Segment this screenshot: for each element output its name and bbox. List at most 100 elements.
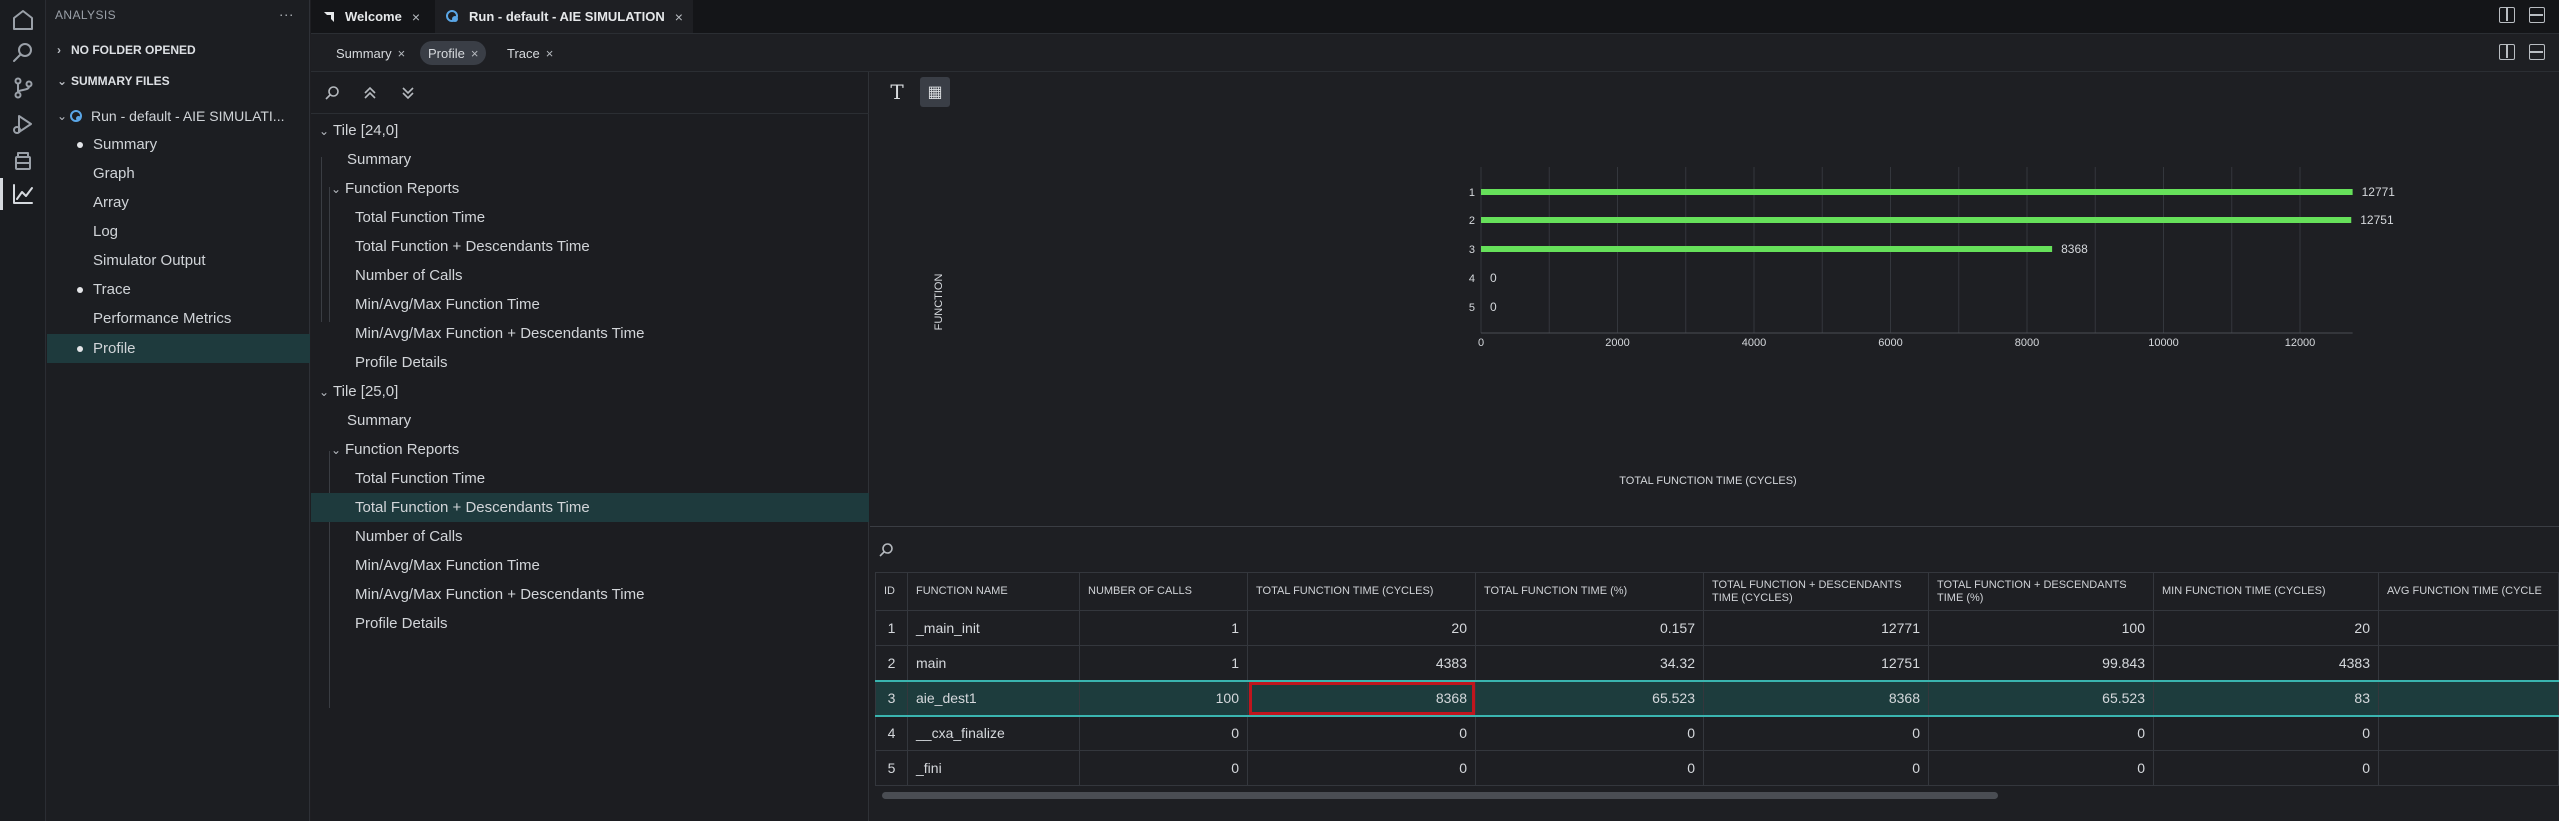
tree-item-summary[interactable]: Summary — [311, 406, 869, 435]
row-id-cell: 3 — [875, 679, 908, 717]
source-control-icon[interactable] — [7, 72, 39, 104]
tree-item-summary[interactable]: Summary — [311, 145, 869, 174]
search-icon[interactable] — [7, 36, 39, 68]
tab-welcome-label: Welcome — [345, 9, 402, 24]
split-down-icon[interactable] — [2529, 7, 2545, 23]
column-header[interactable]: TOTAL FUNCTION TIME (%) — [1475, 572, 1704, 611]
tree-item-min-avg-max-function-time[interactable]: Min/Avg/Max Function Time — [311, 551, 869, 580]
tree-label: Summary — [347, 151, 412, 168]
row-id-cell: 5 — [875, 750, 908, 786]
bar[interactable] — [1481, 189, 2353, 195]
tree-item-min-avg-max-descendants-time[interactable]: Min/Avg/Max Function + Descendants Time — [311, 580, 869, 609]
sidebar-item-profile[interactable]: Profile — [47, 334, 310, 363]
tree-item-total-function-descendants-time[interactable]: Total Function + Descendants Time — [311, 493, 869, 522]
split-editor-icon[interactable] — [2499, 44, 2515, 60]
column-header[interactable]: FUNCTION NAME — [907, 572, 1080, 611]
tree-item-number-of-calls[interactable]: Number of Calls — [311, 522, 869, 551]
bar[interactable] — [1481, 217, 2352, 223]
tab-run[interactable]: Run - default - AIE SIMULATION × — [435, 0, 693, 33]
sidebar-item-simulator-output[interactable]: Simulator Output — [47, 246, 310, 275]
more-actions-icon[interactable]: ··· — [279, 6, 294, 22]
sidebar-item-trace[interactable]: Trace — [47, 275, 310, 304]
sidebar-item-log[interactable]: Log — [47, 217, 310, 246]
table-cell: 20 — [2153, 610, 2379, 646]
column-header[interactable]: TOTAL FUNCTION TIME (CYCLES) — [1247, 572, 1476, 611]
tree-tile-24-0[interactable]: ⌄ Tile [24,0] — [311, 116, 869, 145]
tree-item-total-function-descendants-time[interactable]: Total Function + Descendants Time — [311, 232, 869, 261]
table-cell: 1 — [1079, 610, 1248, 646]
chevron-down-icon: ⌄ — [331, 181, 342, 196]
x-tick-label: 6000 — [1878, 337, 1902, 349]
tree-item-min-avg-max-function-time[interactable]: Min/Avg/Max Function Time — [311, 290, 869, 319]
function-name-cell: main — [907, 645, 1080, 681]
table-cell — [2378, 645, 2559, 681]
close-icon[interactable]: × — [412, 9, 420, 25]
sidebar-item-performance-metrics[interactable]: Performance Metrics — [47, 304, 310, 333]
column-header[interactable]: AVG FUNCTION TIME (CYCLE — [2378, 572, 2559, 611]
no-folder-label: NO FOLDER OPENED — [71, 43, 196, 57]
table-cell: 20 — [1247, 610, 1476, 646]
close-icon[interactable]: × — [546, 46, 554, 61]
tree-item-profile-details[interactable]: Profile Details — [311, 348, 869, 377]
tree-function-reports[interactable]: ⌄ Function Reports — [311, 174, 869, 203]
table-cell: 8368 — [1703, 679, 1929, 717]
table-cell: 0 — [1928, 715, 2154, 751]
tree-item-number-of-calls[interactable]: Number of Calls — [311, 261, 869, 290]
home-icon[interactable] — [7, 4, 39, 36]
no-folder-section[interactable]: › NO FOLDER OPENED — [47, 37, 310, 63]
table-row[interactable]: 1 _main_init 1 20 0.157 12771 100 20 — [875, 610, 2559, 646]
function-time-chart: 1 2 3 4 5 12771 12751 8368 0 0 0 2000 4000 6000 8000… — [933, 167, 2395, 487]
tab-trace[interactable]: Trace × — [499, 41, 561, 65]
sidebar-item-summary[interactable]: Summary — [47, 130, 310, 159]
search-icon[interactable] — [321, 82, 343, 104]
analysis-icon[interactable] — [0, 178, 39, 210]
bullet-icon — [77, 345, 83, 352]
run-label: Run - default - AIE SIMULATI... — [91, 107, 285, 124]
bar[interactable] — [1481, 246, 2053, 252]
split-down-icon[interactable] — [2529, 44, 2545, 60]
chevron-down-icon: ⌄ — [319, 384, 330, 399]
table-row[interactable]: 2 main 1 4383 34.32 12751 99.843 4383 — [875, 645, 2559, 681]
sidebar-item-array[interactable]: Array — [47, 188, 310, 217]
x-tick-label: 4000 — [1742, 337, 1766, 349]
profile-table-panel: ID FUNCTION NAME NUMBER OF CALLS TOTAL F… — [870, 528, 2559, 821]
tree-label: Total Function Time — [355, 209, 486, 226]
column-header[interactable]: MIN FUNCTION TIME (CYCLES) — [2153, 572, 2379, 611]
close-icon[interactable]: × — [471, 46, 479, 61]
run-debug-icon[interactable] — [7, 108, 39, 140]
tree-label: Min/Avg/Max Function + Descendants Time — [355, 586, 645, 603]
row-id-cell: 2 — [875, 645, 908, 681]
tree-item-min-avg-max-descendants-time[interactable]: Min/Avg/Max Function + Descendants Time — [311, 319, 869, 348]
tab-profile[interactable]: Profile × — [420, 41, 487, 65]
sidebar-item-graph[interactable]: Graph — [47, 159, 310, 188]
table-cell: 83 — [2153, 679, 2379, 717]
table-cell: 0 — [1475, 750, 1704, 786]
summary-files-section[interactable]: ⌄ SUMMARY FILES — [47, 68, 310, 94]
tree-function-reports[interactable]: ⌄ Function Reports — [311, 435, 869, 464]
horizontal-scrollbar[interactable] — [882, 792, 1998, 799]
tree-tile-25-0[interactable]: ⌄ Tile [25,0] — [311, 377, 869, 406]
search-icon[interactable] — [878, 542, 894, 563]
expand-all-icon[interactable] — [397, 82, 419, 104]
column-header[interactable]: TOTAL FUNCTION + DESCENDANTS TIME (CYCLE… — [1703, 572, 1929, 611]
tree-item-total-function-time[interactable]: Total Function Time — [311, 203, 869, 232]
extensions-icon[interactable] — [7, 144, 39, 176]
tab-welcome[interactable]: Welcome × — [311, 0, 430, 33]
table-row[interactable]: 5 _fini 0 0 0 0 0 0 — [875, 750, 2559, 786]
close-icon[interactable]: × — [675, 9, 683, 25]
table-cell: 0 — [1247, 715, 1476, 751]
sidebar-item-label: Log — [93, 223, 119, 240]
table-row[interactable]: 3 aie_dest1 100 8368 65.523 8368 65.523 83 — [875, 679, 2559, 717]
tab-summary[interactable]: Summary × — [328, 41, 413, 65]
table-row[interactable]: 4 __cxa_finalize 0 0 0 0 0 0 — [875, 715, 2559, 751]
collapse-all-icon[interactable] — [359, 82, 381, 104]
tree-item-total-function-time[interactable]: Total Function Time — [311, 464, 869, 493]
close-icon[interactable]: × — [398, 46, 406, 61]
split-editor-icon[interactable] — [2499, 7, 2515, 23]
column-header[interactable]: ID — [875, 572, 908, 611]
row-id-cell: 1 — [875, 610, 908, 646]
column-header[interactable]: TOTAL FUNCTION + DESCENDANTS TIME (%) — [1928, 572, 2154, 611]
run-item[interactable]: ⌄ Run - default - AIE SIMULATI... — [47, 101, 310, 130]
tree-item-profile-details[interactable]: Profile Details — [311, 609, 869, 638]
column-header[interactable]: NUMBER OF CALLS — [1079, 572, 1248, 611]
